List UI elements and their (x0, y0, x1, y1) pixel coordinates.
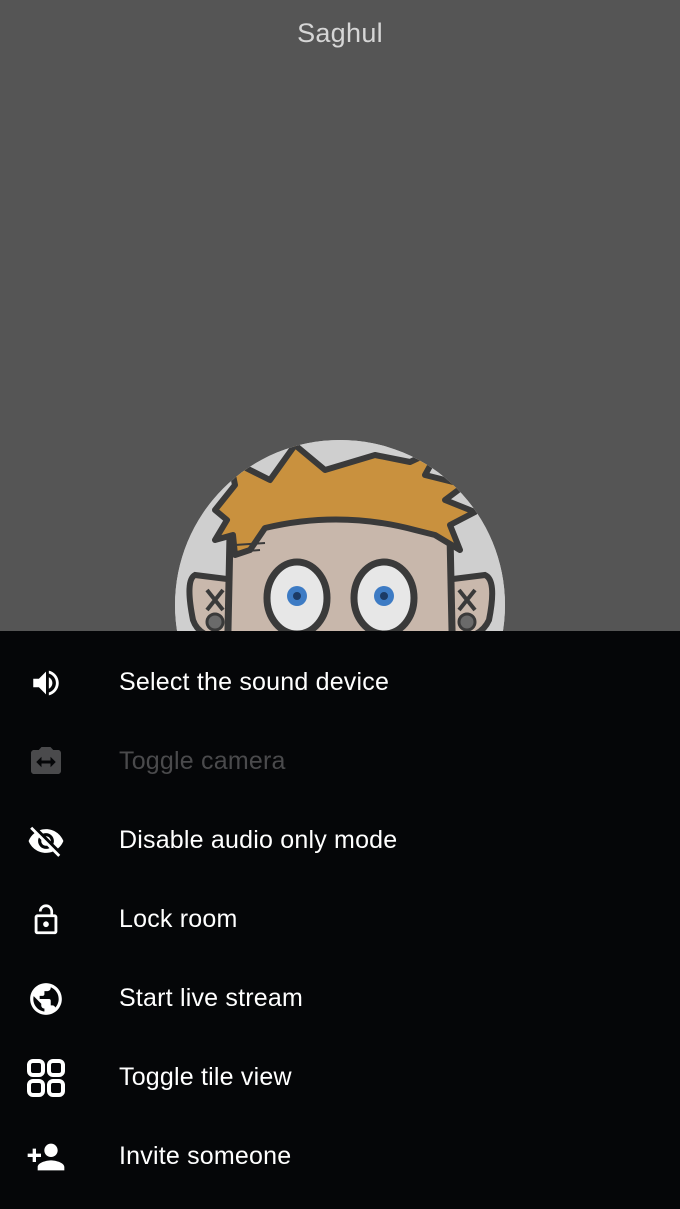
menu-item-live-stream[interactable]: Start live stream (0, 959, 680, 1038)
add-person-icon (22, 1133, 70, 1181)
eye-off-icon (22, 817, 70, 865)
video-stage[interactable]: Saghul Select the sound device Toggle ca… (0, 0, 680, 1209)
menu-item-label: Select the sound device (119, 668, 390, 696)
volume-icon (22, 659, 70, 707)
menu-item-toggle-camera[interactable]: Toggle camera (0, 722, 680, 801)
menu-item-label: Disable audio only mode (119, 826, 398, 854)
globe-icon (22, 975, 70, 1023)
menu-item-label: Start live stream (119, 984, 304, 1012)
menu-item-label: Toggle tile view (119, 1063, 292, 1091)
menu-item-label: Lock room (119, 905, 238, 933)
menu-item-lock-room[interactable]: Lock room (0, 880, 680, 959)
participant-name: Saghul (297, 18, 383, 48)
menu-item-invite[interactable]: Invite someone (0, 1117, 680, 1196)
overflow-menu-sheet: Select the sound device Toggle camera Di… (0, 631, 680, 1209)
unlock-icon (22, 896, 70, 944)
menu-item-sound-device[interactable]: Select the sound device (0, 643, 680, 722)
switch-camera-icon (22, 738, 70, 786)
menu-item-label: Invite someone (119, 1142, 292, 1170)
menu-item-audio-only[interactable]: Disable audio only mode (0, 801, 680, 880)
tile-view-icon (22, 1054, 70, 1102)
menu-item-label: Toggle camera (119, 747, 286, 775)
menu-item-tile-view[interactable]: Toggle tile view (0, 1038, 680, 1117)
